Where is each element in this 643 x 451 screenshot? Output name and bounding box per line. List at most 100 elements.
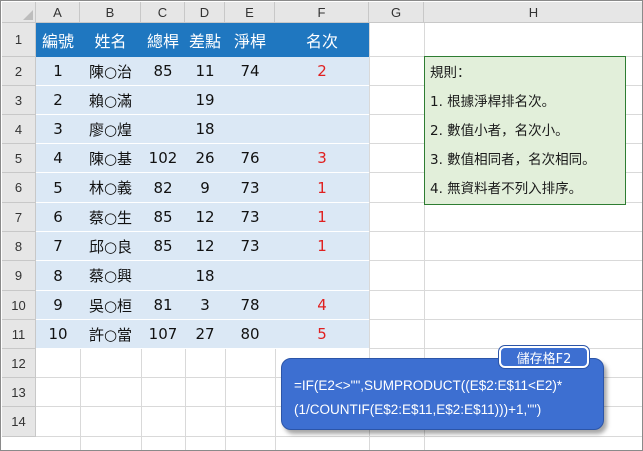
table-cell-net[interactable]: 78 <box>225 291 275 320</box>
header-cell-handicap[interactable]: 差點 <box>185 23 225 57</box>
row-header-6[interactable]: 6 <box>2 173 36 203</box>
table-cell-gross[interactable] <box>141 261 185 291</box>
table-cell-handicap[interactable]: 12 <box>185 203 225 232</box>
rule-item: 1. 根據淨桿排名次。 <box>430 94 556 110</box>
row-header-4[interactable]: 4 <box>2 115 36 144</box>
table-cell-name[interactable]: 蔡○興 <box>80 261 141 291</box>
table-cell-rank[interactable]: 5 <box>275 320 369 349</box>
table-cell-id[interactable]: 4 <box>36 144 80 173</box>
table-cell-name[interactable]: 廖○煌 <box>80 115 141 144</box>
column-header-d[interactable]: D <box>185 2 225 23</box>
formula-line-1: =IF(E2<>"",SUMPRODUCT((E$2:E$11<E2)* <box>294 378 563 393</box>
table-cell-gross[interactable] <box>141 86 185 115</box>
table-cell-gross[interactable]: 107 <box>141 320 185 349</box>
table-cell-gross[interactable]: 85 <box>141 203 185 232</box>
column-header-c[interactable]: C <box>141 2 185 23</box>
row-header-8[interactable]: 8 <box>2 232 36 261</box>
table-cell-handicap[interactable]: 3 <box>185 291 225 320</box>
rules-note: 規則： 1. 根據淨桿排名次。 2. 數值小者，名次小。 3. 數值相同者，名次… <box>424 56 626 205</box>
row-header-7[interactable]: 7 <box>2 203 36 232</box>
column-header-e[interactable]: E <box>225 2 275 23</box>
table-cell-net[interactable]: 73 <box>225 232 275 261</box>
table-cell-gross[interactable]: 85 <box>141 57 185 86</box>
table-cell-handicap[interactable]: 18 <box>185 261 225 291</box>
table-cell-net[interactable] <box>225 86 275 115</box>
table-cell-net[interactable]: 73 <box>225 173 275 203</box>
table-cell-id[interactable]: 3 <box>36 115 80 144</box>
table-cell-id[interactable]: 7 <box>36 232 80 261</box>
row-header-11[interactable]: 11 <box>2 320 36 349</box>
formula-cell-tag: 儲存格F2 <box>499 346 589 368</box>
select-all-corner[interactable] <box>2 2 36 23</box>
header-cell-net[interactable]: 淨桿 <box>225 23 275 57</box>
table-cell-name[interactable]: 陳○基 <box>80 144 141 173</box>
table-cell-gross[interactable]: 85 <box>141 232 185 261</box>
column-header-h[interactable]: H <box>424 2 642 23</box>
row-header-14[interactable]: 14 <box>2 407 36 437</box>
column-header-b[interactable]: B <box>80 2 141 23</box>
column-header-g[interactable]: G <box>369 2 424 23</box>
table-cell-id[interactable]: 8 <box>36 261 80 291</box>
column-header-a[interactable]: A <box>36 2 80 23</box>
table-cell-net[interactable] <box>225 261 275 291</box>
table-cell-rank[interactable]: 4 <box>275 291 369 320</box>
row-header-12[interactable]: 12 <box>2 349 36 378</box>
gridline <box>36 436 642 437</box>
table-cell-name[interactable]: 林○義 <box>80 173 141 203</box>
header-cell-gross[interactable]: 總桿 <box>141 23 185 57</box>
column-header-f[interactable]: F <box>275 2 369 23</box>
row-header-5[interactable]: 5 <box>2 144 36 173</box>
header-cell-name[interactable]: 姓名 <box>80 23 141 57</box>
table-cell-rank[interactable] <box>275 86 369 115</box>
row-header-13[interactable]: 13 <box>2 378 36 407</box>
table-cell-handicap[interactable]: 11 <box>185 57 225 86</box>
formula-line-2: (1/COUNTIF(E$2:E$11,E$2:E$11)))+1,"") <box>294 402 542 417</box>
table-cell-id[interactable]: 9 <box>36 291 80 320</box>
table-cell-rank[interactable]: 1 <box>275 203 369 232</box>
table-cell-handicap[interactable]: 27 <box>185 320 225 349</box>
table-cell-rank[interactable]: 1 <box>275 173 369 203</box>
table-cell-net[interactable]: 74 <box>225 57 275 86</box>
table-cell-id[interactable]: 1 <box>36 57 80 86</box>
table-cell-handicap[interactable]: 19 <box>185 86 225 115</box>
table-cell-name[interactable]: 賴○滿 <box>80 86 141 115</box>
table-cell-name[interactable]: 蔡○生 <box>80 203 141 232</box>
table-cell-rank[interactable]: 1 <box>275 232 369 261</box>
table-cell-net[interactable]: 76 <box>225 144 275 173</box>
table-cell-gross[interactable] <box>141 115 185 144</box>
table-cell-rank[interactable]: 2 <box>275 57 369 86</box>
spreadsheet-window: A B C D E F G H 1 2 3 4 5 6 7 8 9 10 11 … <box>0 0 643 451</box>
table-cell-name[interactable]: 許○當 <box>80 320 141 349</box>
table-cell-net[interactable] <box>225 115 275 144</box>
table-cell-id[interactable]: 6 <box>36 203 80 232</box>
table-cell-rank[interactable] <box>275 261 369 291</box>
table-cell-rank[interactable]: 3 <box>275 144 369 173</box>
table-cell-id[interactable]: 5 <box>36 173 80 203</box>
row-header-1[interactable]: 1 <box>2 23 36 57</box>
header-cell-id[interactable]: 編號 <box>36 23 80 57</box>
table-cell-id[interactable]: 2 <box>36 86 80 115</box>
table-cell-id[interactable]: 10 <box>36 320 80 349</box>
table-cell-handicap[interactable]: 26 <box>185 144 225 173</box>
rules-title: 規則： <box>430 65 471 81</box>
table-cell-handicap[interactable]: 12 <box>185 232 225 261</box>
header-cell-rank[interactable]: 名次 <box>275 23 369 57</box>
table-cell-rank[interactable] <box>275 115 369 144</box>
table-cell-net[interactable]: 80 <box>225 320 275 349</box>
table-cell-gross[interactable]: 81 <box>141 291 185 320</box>
table-cell-name[interactable]: 吳○桓 <box>80 291 141 320</box>
table-cell-name[interactable]: 邱○良 <box>80 232 141 261</box>
row-header-3[interactable]: 3 <box>2 86 36 115</box>
table-cell-handicap[interactable]: 18 <box>185 115 225 144</box>
rule-item: 2. 數值小者，名次小。 <box>430 123 569 139</box>
row-header-10[interactable]: 10 <box>2 291 36 320</box>
table-cell-handicap[interactable]: 9 <box>185 173 225 203</box>
row-header-2[interactable]: 2 <box>2 57 36 86</box>
table-cell-gross[interactable]: 82 <box>141 173 185 203</box>
table-cell-name[interactable]: 陳○治 <box>80 57 141 86</box>
rule-item: 4. 無資料者不列入排序。 <box>430 181 583 197</box>
table-cell-net[interactable]: 73 <box>225 203 275 232</box>
formula-callout: =IF(E2<>"",SUMPRODUCT((E$2:E$11<E2)* (1/… <box>281 358 604 430</box>
table-cell-gross[interactable]: 102 <box>141 144 185 173</box>
row-header-9[interactable]: 9 <box>2 261 36 291</box>
